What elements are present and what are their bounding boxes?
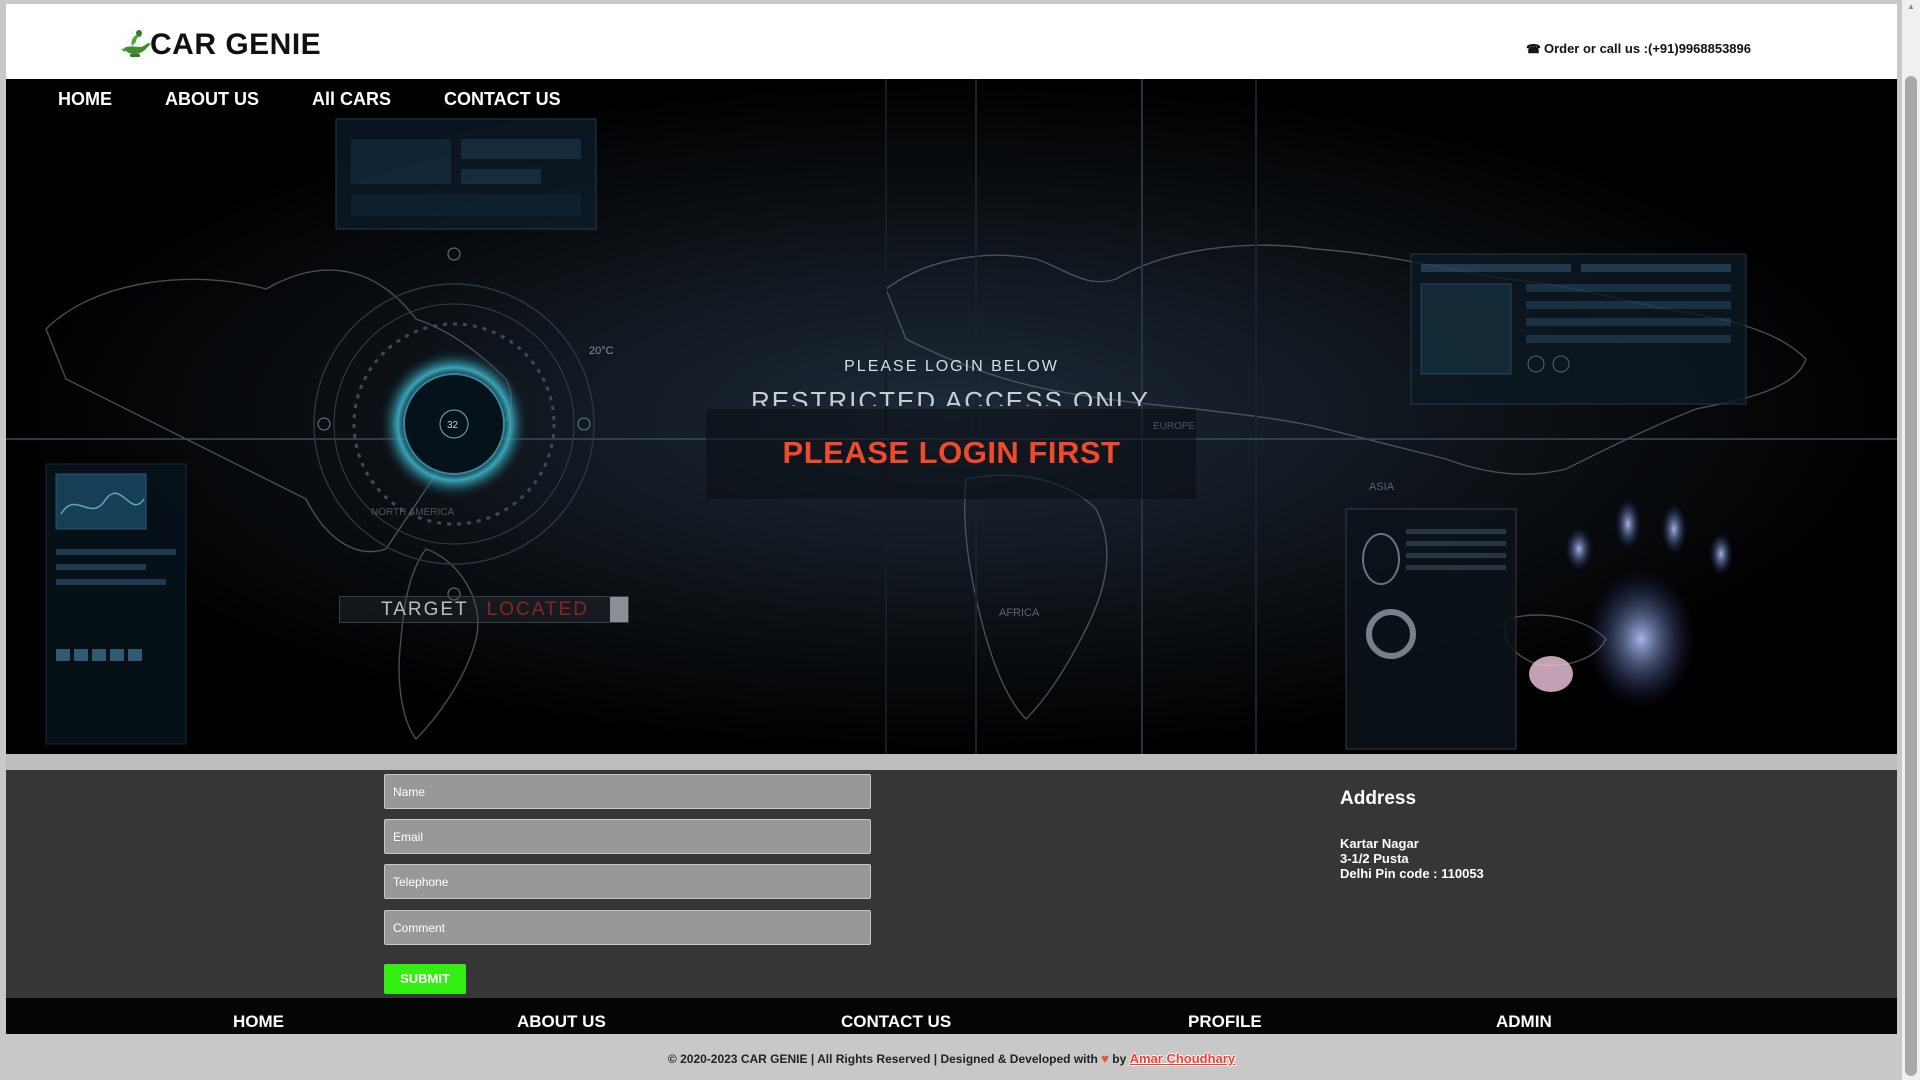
order-callout-text: Order or call us :(+91)9968853896 — [1543, 41, 1751, 56]
brand-name: CAR GENIE — [150, 28, 322, 61]
scroll-up-arrow-icon[interactable]: ▲ — [1907, 2, 1915, 11]
address-line-2: 3-1/2 Pusta — [1340, 851, 1409, 866]
contact-section: Name Email Telephone Comment SUBMIT Addr… — [6, 770, 1897, 998]
telephone-field[interactable]: Telephone — [384, 864, 871, 899]
login-required-text: PLEASE LOGIN FIRST — [782, 435, 1121, 470]
genie-lamp-icon — [118, 28, 154, 62]
footer-nav-about-us[interactable]: ABOUT US — [517, 1012, 606, 1032]
nav-contact-us[interactable]: CONTACT US — [417, 79, 587, 119]
submit-button[interactable]: SUBMIT — [384, 964, 466, 994]
located-text: LOCATED — [486, 598, 589, 620]
hero-temp-label: 20°C — [589, 345, 614, 357]
email-field[interactable]: Email — [384, 819, 871, 854]
footer-nav-contact-us[interactable]: CONTACT US — [841, 1012, 951, 1032]
hero-dial-value: 32 — [447, 420, 459, 431]
copyright: © 2020-2023 CAR GENIE | All Rights Reser… — [6, 1051, 1897, 1066]
heart-icon: ♥ — [1101, 1051, 1109, 1066]
brand-logo[interactable]: CAR GENIE — [118, 28, 321, 62]
login-required-message: PLEASE LOGIN FIRST — [6, 435, 1897, 471]
nav-about-us[interactable]: ABOUT US — [138, 79, 285, 119]
address-title: Address — [1340, 788, 1417, 809]
hero-restricted-text: RESTRICTED ACCESS ONLY — [751, 386, 1150, 406]
copyright-by: by — [1112, 1052, 1127, 1066]
address-line-1: Kartar Nagar — [1340, 836, 1419, 851]
hero-region-europe: EUROPE — [1153, 421, 1196, 432]
hero-background-art: 20°C 32 ASIA AFRICA NORTH AMERICA EUROPE — [6, 79, 1897, 754]
hero-region-america: NORTH AMERICA — [371, 507, 454, 518]
footer-nav-admin[interactable]: ADMIN — [1496, 1012, 1552, 1032]
comment-field[interactable]: Comment — [384, 910, 871, 945]
footer-nav-profile[interactable]: PROFILE — [1188, 1012, 1262, 1032]
target-box-bar — [610, 597, 628, 622]
top-nav: HOME ABOUT US All CARS CONTACT US — [6, 79, 587, 119]
site-header: CAR GENIE ☎ Order or call us :(+91)99688… — [6, 4, 1897, 79]
footer-nav: HOME ABOUT US CONTACT US PROFILE ADMIN — [6, 998, 1897, 1034]
address-block: Kartar Nagar 3-1/2 Pusta Delhi Pin code … — [1340, 836, 1484, 881]
footer-nav-home[interactable]: HOME — [233, 1012, 284, 1032]
page: CAR GENIE ☎ Order or call us :(+91)99688… — [6, 4, 1897, 1080]
nav-all-cars[interactable]: All CARS — [285, 79, 417, 119]
copyright-text: © 2020-2023 CAR GENIE | All Rights Reser… — [667, 1052, 1098, 1066]
nav-home[interactable]: HOME — [6, 79, 138, 119]
scrollbar-thumb[interactable] — [1905, 76, 1917, 1076]
hero-banner: 20°C 32 ASIA AFRICA NORTH AMERICA EUROPE… — [6, 79, 1897, 754]
address-line-3: Delhi Pin code : 110053 — [1340, 866, 1484, 881]
author-link[interactable]: Amar Choudhary — [1130, 1051, 1235, 1066]
name-field[interactable]: Name — [384, 774, 871, 809]
vertical-scrollbar[interactable]: ▲ — [1902, 0, 1920, 1080]
order-callout: ☎ Order or call us :(+91)9968853896 — [1526, 41, 1751, 56]
hero-region-africa: AFRICA — [999, 607, 1040, 619]
section-divider — [6, 754, 1897, 770]
telephone-icon: ☎ — [1526, 41, 1541, 56]
target-located-box: TARGET LOCATED — [339, 596, 629, 623]
hero-login-below-text: PLEASE LOGIN BELOW — [844, 358, 1059, 375]
hero-region-asia: ASIA — [1369, 481, 1395, 493]
target-text: TARGET — [381, 598, 469, 620]
